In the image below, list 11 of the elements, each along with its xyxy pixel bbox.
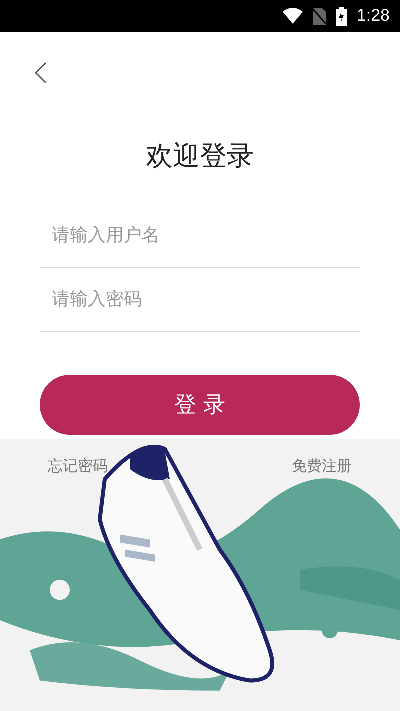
input-field[interactable]: 请输入用户名 bbox=[40, 204, 360, 268]
login-button[interactable]: 登 录 bbox=[40, 375, 360, 435]
wifi-icon bbox=[282, 8, 303, 24]
input-field[interactable]: 请输入密码 bbox=[40, 268, 360, 332]
back-icon[interactable] bbox=[35, 62, 47, 84]
page-title: 欢迎登录 bbox=[145, 140, 255, 174]
status-time: 1:28 bbox=[356, 6, 390, 26]
battery-charging-icon bbox=[336, 6, 347, 26]
forgot-password-link[interactable]: 忘记密码 bbox=[48, 457, 108, 476]
register-link[interactable]: 免费注册 bbox=[292, 457, 352, 476]
no-sim-icon bbox=[312, 8, 326, 24]
